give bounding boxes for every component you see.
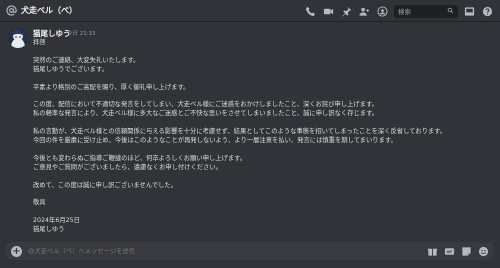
message-content: 拝啓 突然のご連絡、大変失礼いたします。 猫尾しゆうでございます。 平素より格別の… <box>33 39 493 235</box>
video-icon[interactable] <box>322 5 335 18</box>
gif-icon[interactable]: GIF <box>444 242 455 261</box>
svg-text:GIF: GIF <box>447 249 453 253</box>
message-timestamp: 今日 21:33 <box>67 31 96 37</box>
message-line: 猫尾しゆう <box>33 226 65 234</box>
avatar[interactable] <box>8 28 28 48</box>
message-line: 私の言動が、犬走ベル様との信頼関係に与える影響を十分に考慮せず、結果としてこのよ… <box>33 128 447 136</box>
message-line: 敬具 <box>33 199 46 207</box>
message-line <box>33 173 493 182</box>
add-member-icon[interactable] <box>358 5 371 18</box>
search-icon <box>447 7 454 16</box>
message-line: 2024年6月25日 <box>33 217 80 225</box>
message-line: 猫尾しゆうでございます。 <box>33 65 108 73</box>
message-line: 今回の件を厳粛に受け止め、今後はこのようなことが再発しないよう、より一層注意を払… <box>33 136 397 144</box>
help-icon[interactable] <box>481 5 494 18</box>
message-input[interactable] <box>28 247 427 255</box>
gift-icon[interactable] <box>427 242 438 261</box>
message-line: 私の軽率な発言により、犬走ベル様に多大なご迷惑とご不快な思いをさせてしまいました… <box>33 110 379 118</box>
inbox-icon[interactable] <box>463 5 476 18</box>
message-composer: + GIF <box>6 242 494 260</box>
sticker-icon[interactable] <box>461 242 472 261</box>
message-line: ご意見やご質問がございましたら、遠慮なくお申し付けください。 <box>33 163 222 171</box>
message-line: この度、配信において不適切な発言をしてしまい、犬走ベル様にご迷惑をおかけしました… <box>33 101 378 109</box>
search-input[interactable]: 検索 <box>394 4 458 18</box>
phone-icon[interactable] <box>304 5 317 18</box>
user-profile-icon[interactable] <box>376 5 389 18</box>
message-line <box>33 75 493 84</box>
message-line: 改めて、この度は誠に申し訳ございませんでした。 <box>33 181 178 189</box>
message-line: 突然のご連絡、大変失礼いたします。 <box>33 56 140 64</box>
pin-icon[interactable] <box>340 5 353 18</box>
message-line <box>33 208 493 217</box>
message-line <box>33 190 493 199</box>
message-line: 平素より格別のご高配を賜り、厚く御礼申し上げます。 <box>33 83 190 91</box>
message-line: 拝啓 <box>33 39 46 46</box>
message-line <box>33 119 493 128</box>
emoji-icon[interactable] <box>478 242 489 261</box>
channel-title: 犬走ベル（べ） <box>21 6 77 15</box>
message-line <box>33 48 493 57</box>
message-author[interactable]: 猫尾しゆう <box>33 28 71 39</box>
message-line: 今後とも変わらぬご指導ご鞭撻のほど、何卒よろしくお願い申し上げます。 <box>33 154 247 162</box>
search-placeholder: 検索 <box>398 8 411 16</box>
message-line <box>33 92 493 101</box>
channel-header: 犬走ベル（べ） 検索 <box>0 0 500 22</box>
plus-icon[interactable]: + <box>11 245 22 257</box>
at-sign-icon <box>5 5 17 17</box>
message-line <box>33 146 493 155</box>
message: 猫尾しゆう 今日 21:33 拝啓 突然のご連絡、大変失礼いたします。 猫尾しゆう… <box>0 22 500 238</box>
